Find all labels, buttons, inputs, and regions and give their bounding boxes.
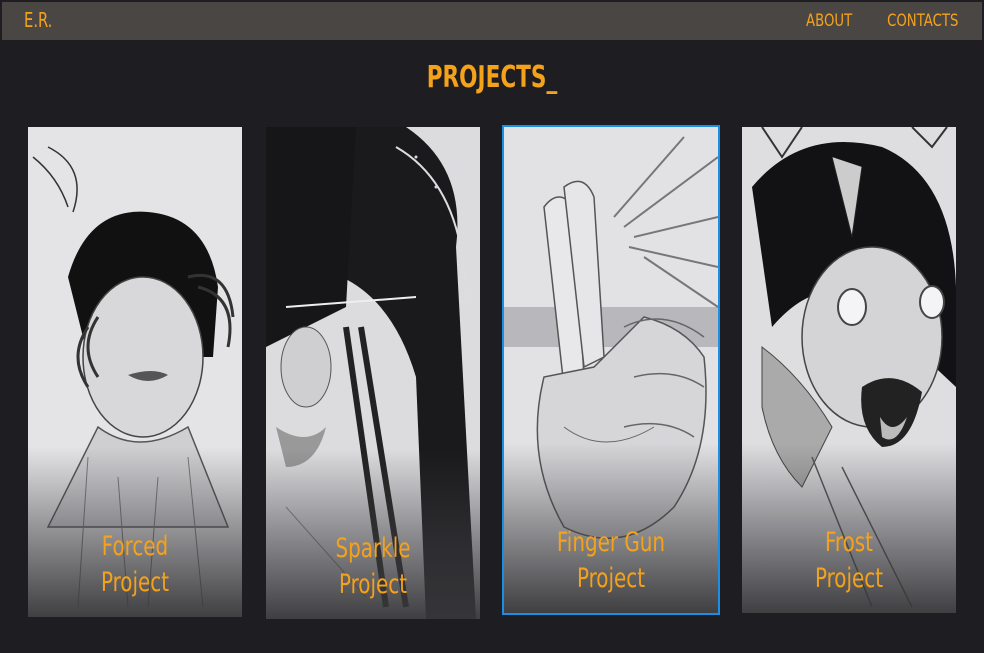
project-label-line1: Sparkle bbox=[335, 533, 411, 564]
nav-about-link[interactable]: ABOUT bbox=[806, 11, 852, 31]
project-card-finger-gun[interactable]: Finger Gun Project bbox=[502, 125, 720, 615]
project-card-forced[interactable]: Forced Project bbox=[28, 127, 242, 617]
project-card-sparkle[interactable]: Sparkle Project bbox=[266, 127, 480, 619]
nav-links: ABOUT CONTACTS bbox=[793, 11, 958, 31]
project-label: Frost Project bbox=[761, 525, 936, 597]
project-card-frost[interactable]: Frost Project bbox=[742, 127, 956, 613]
site-logo[interactable]: E.R. bbox=[24, 8, 52, 32]
project-label-line1: Frost bbox=[825, 527, 873, 558]
nav-contacts-link[interactable]: CONTACTS bbox=[887, 11, 958, 31]
page-frame: E.R. ABOUT CONTACTS PROJECTS_ Forced Pro… bbox=[2, 2, 982, 651]
project-label: Forced Project bbox=[47, 529, 222, 601]
project-label: Sparkle Project bbox=[285, 531, 460, 603]
project-label-line2: Project bbox=[100, 567, 170, 598]
project-label-line2: Project bbox=[814, 563, 884, 594]
page-title: PROJECTS_ bbox=[426, 60, 558, 95]
project-label-line1: Finger Gun bbox=[556, 527, 666, 558]
top-navbar: E.R. ABOUT CONTACTS bbox=[2, 2, 982, 40]
project-label-line2: Project bbox=[576, 563, 646, 594]
project-label-line2: Project bbox=[338, 569, 408, 600]
project-label: Finger Gun Project bbox=[523, 525, 698, 597]
project-label-line1: Forced bbox=[101, 531, 169, 562]
